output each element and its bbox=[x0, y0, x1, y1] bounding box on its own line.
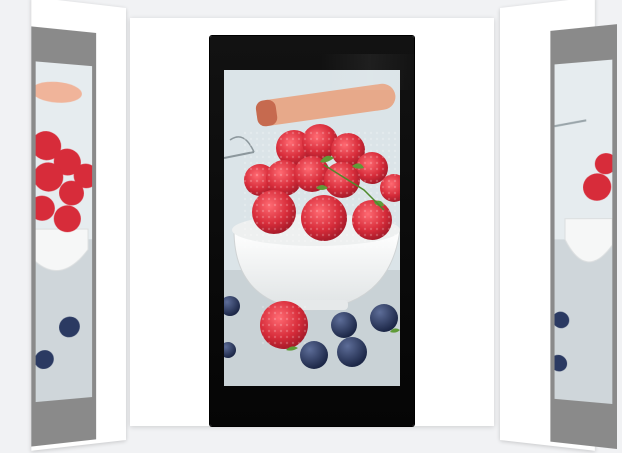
side-screen bbox=[36, 61, 92, 402]
display-device-frame bbox=[210, 36, 414, 426]
side-device-frame bbox=[31, 26, 96, 446]
slide-center[interactable] bbox=[130, 18, 494, 426]
slide-left[interactable] bbox=[31, 0, 126, 451]
screen-glare bbox=[320, 54, 420, 90]
raspberry-photo bbox=[36, 61, 92, 402]
raspberry-photo bbox=[224, 70, 400, 386]
slide-right[interactable] bbox=[500, 0, 595, 451]
device-screen bbox=[224, 70, 400, 386]
carousel bbox=[0, 0, 622, 453]
